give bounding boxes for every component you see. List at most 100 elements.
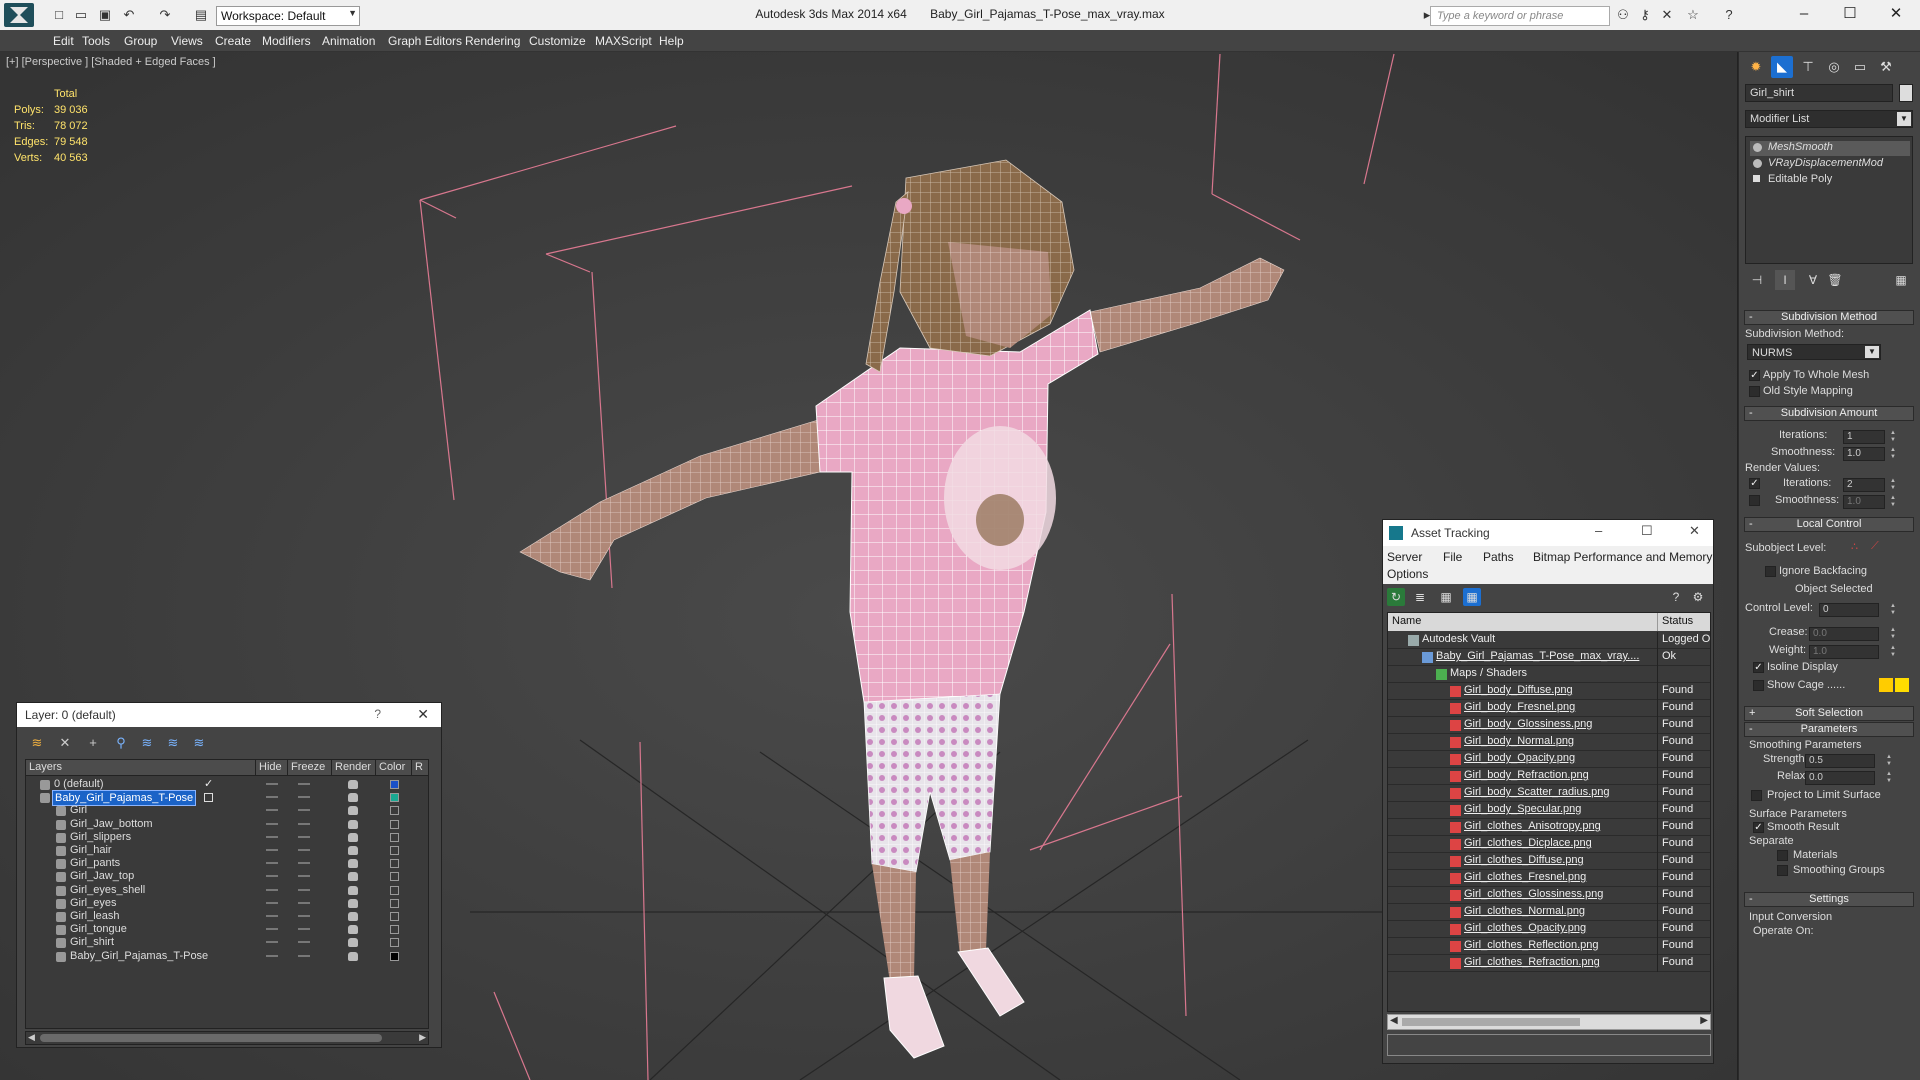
pin-stack-icon[interactable]: ⊣ (1747, 270, 1767, 290)
menu-graph-editors[interactable]: Graph Editors (388, 34, 462, 48)
spinner-arrows-icon[interactable]: ▲ ▼ (1889, 627, 1897, 641)
rollout-subdivision-amount[interactable]: - Subdivision Amount (1744, 406, 1914, 421)
asset-status-field[interactable] (1387, 1034, 1711, 1056)
layer-color-swatch[interactable] (390, 859, 399, 869)
isoline-display-checkbox[interactable]: ✓ (1753, 662, 1764, 673)
menu-maxscript[interactable]: MAXScript (595, 34, 652, 48)
render-smoothness-checkbox[interactable] (1749, 495, 1760, 506)
crease-spinner[interactable]: 0.0 (1809, 627, 1879, 641)
settings-icon[interactable]: ⚙ (1689, 588, 1707, 606)
motion-tab-icon[interactable]: ◎ (1823, 56, 1845, 78)
table-view-icon[interactable]: ▦ (1463, 588, 1481, 606)
hide-toggle[interactable] (266, 822, 278, 825)
render-teapot-icon[interactable] (348, 806, 358, 816)
freeze-toggle[interactable] (298, 835, 310, 838)
render-teapot-icon[interactable] (348, 793, 358, 803)
spinner-arrows-icon[interactable]: ▲ ▼ (1889, 478, 1897, 492)
spinner-arrows-icon[interactable]: ▲ ▼ (1889, 430, 1897, 444)
exchange-icon[interactable]: ✕ (1658, 6, 1676, 24)
column-header-color[interactable]: Color (376, 760, 412, 776)
scroll-left-icon[interactable]: ◀ (28, 1032, 35, 1043)
freeze-toggle[interactable] (298, 875, 310, 878)
layer-color-swatch[interactable] (390, 846, 399, 855)
favorites-star-icon[interactable]: ☆ (1684, 6, 1702, 24)
menu-customize[interactable]: Customize (529, 34, 586, 48)
close-button[interactable]: ✕ (1882, 3, 1910, 25)
freeze-toggle[interactable] (298, 809, 310, 812)
render-teapot-icon[interactable] (348, 912, 358, 921)
stack-item-editable-poly[interactable]: Editable Poly (1750, 173, 1910, 188)
freeze-toggle[interactable] (298, 888, 310, 891)
freeze-toggle[interactable] (298, 928, 310, 931)
menu-animation[interactable]: Animation (322, 34, 375, 48)
configure-modifier-sets-icon[interactable]: ▦ (1891, 270, 1911, 290)
freeze-toggle[interactable] (298, 822, 310, 825)
scroll-thumb[interactable] (1402, 1018, 1580, 1026)
menu-modifiers[interactable]: Modifiers (262, 34, 311, 48)
hide-toggle[interactable] (266, 783, 278, 785)
render-teapot-icon[interactable] (348, 819, 358, 829)
help-icon[interactable]: ? (1720, 6, 1738, 24)
list-view-icon[interactable]: ≣ (1411, 588, 1429, 606)
column-header-render[interactable]: Render (332, 760, 376, 776)
asset-row[interactable]: Girl_clothes_Normal.png Found (1388, 904, 1710, 921)
asset-row[interactable]: Girl_clothes_Diffuse.png Found (1388, 853, 1710, 870)
asset-row[interactable]: Girl_clothes_Opacity.png Found (1388, 921, 1710, 938)
spinner-arrows-icon[interactable]: ▲ ▼ (1889, 495, 1897, 509)
hide-toggle[interactable] (266, 888, 278, 891)
key-icon[interactable]: ⚷ (1636, 6, 1654, 24)
asset-row[interactable]: Girl_body_Opacity.png Found (1388, 751, 1710, 768)
delete-layer-icon[interactable]: ✕ (55, 733, 75, 753)
menu-options[interactable]: Options (1387, 567, 1428, 581)
select-objects-icon[interactable]: ⚲ (111, 733, 131, 753)
hide-all-layers-icon[interactable]: ≋ (163, 733, 183, 753)
maximize-button[interactable]: ☐ (1836, 3, 1864, 25)
menu-paths[interactable]: Paths (1483, 550, 1514, 564)
asset-row[interactable]: Autodesk Vault Logged O (1388, 632, 1710, 649)
render-iterations-checkbox[interactable]: ✓ (1749, 478, 1760, 489)
tree-view-icon[interactable]: ▦ (1437, 588, 1455, 606)
modifier-list-dropdown[interactable]: Modifier List ▼ (1745, 110, 1913, 128)
viewport-label[interactable]: [+] [Perspective ] [Shaded + Edged Faces… (6, 56, 216, 68)
render-smoothness-spinner[interactable]: 1.0 (1843, 495, 1885, 509)
materials-checkbox[interactable] (1777, 850, 1788, 861)
asset-horizontal-scrollbar[interactable]: ◀ ▶ (1387, 1014, 1711, 1030)
spinner-arrows-icon[interactable]: ▲ ▼ (1889, 447, 1897, 461)
maximize-button[interactable]: ☐ (1641, 523, 1653, 539)
asset-row[interactable]: Girl_clothes_Fresnel.png Found (1388, 870, 1710, 887)
menu-group[interactable]: Group (124, 34, 157, 48)
menu-bitmap-performance[interactable]: Bitmap Performance and Memory (1533, 550, 1712, 564)
spinner-arrows-icon[interactable]: ▲ ▼ (1889, 603, 1897, 617)
asset-row[interactable]: Girl_body_Refraction.png Found (1388, 768, 1710, 785)
asset-row[interactable]: Girl_clothes_Refraction.png Found (1388, 955, 1710, 972)
search-input[interactable]: Type a keyword or phrase (1430, 6, 1610, 26)
layer-color-swatch[interactable] (390, 938, 399, 948)
column-header-freeze[interactable]: Freeze (288, 760, 332, 776)
asset-row[interactable]: Girl_body_Diffuse.png Found (1388, 683, 1710, 700)
spinner-arrows-icon[interactable]: ▲ ▼ (1885, 754, 1893, 768)
freeze-toggle[interactable] (298, 941, 310, 944)
menu-help[interactable]: Help (659, 34, 684, 48)
vertex-subobject-icon[interactable]: ∴ (1851, 540, 1858, 553)
asset-row[interactable]: Girl_body_Normal.png Found (1388, 734, 1710, 751)
hide-toggle[interactable] (266, 875, 278, 878)
asset-row[interactable]: Maps / Shaders (1388, 666, 1710, 683)
column-header-layers[interactable]: Layers (26, 760, 256, 776)
menu-file[interactable]: File (1443, 550, 1462, 564)
asset-row[interactable]: Girl_clothes_Dicplace.png Found (1388, 836, 1710, 853)
rollout-soft-selection[interactable]: + Soft Selection (1744, 706, 1914, 721)
hide-toggle[interactable] (266, 849, 278, 851)
menu-views[interactable]: Views (171, 34, 203, 48)
object-color-swatch[interactable] (1899, 84, 1913, 102)
column-header-name[interactable]: Name (1388, 613, 1658, 631)
freeze-toggle[interactable] (298, 849, 310, 851)
hide-toggle[interactable] (266, 901, 278, 904)
strength-spinner[interactable]: 0.5 (1805, 754, 1875, 768)
display-tab-icon[interactable]: ▭ (1849, 56, 1871, 78)
hide-toggle[interactable] (266, 941, 278, 944)
asset-row[interactable]: Girl_body_Fresnel.png Found (1388, 700, 1710, 717)
column-header-radiosity[interactable]: R (412, 760, 428, 776)
spinner-arrows-icon[interactable]: ▲ ▼ (1885, 771, 1893, 785)
utilities-tab-icon[interactable]: ⚒ (1875, 56, 1897, 78)
close-icon[interactable]: ✕ (417, 706, 429, 723)
